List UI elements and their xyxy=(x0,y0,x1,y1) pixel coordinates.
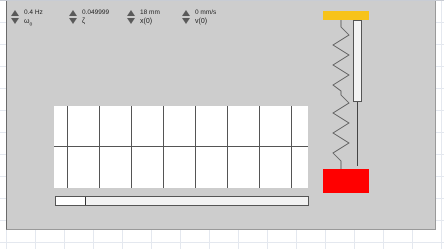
mass-spring-applet: 0.4 Hz ωo 0.049999 ζ 18 mm x(0) 0 mm/s v… xyxy=(6,1,436,230)
damping-label: ζ xyxy=(82,18,86,25)
spin-down-icon[interactable] xyxy=(182,18,190,24)
initial-velocity-value: 0 mm/s xyxy=(195,9,217,16)
spring-mass-diagram xyxy=(317,9,377,199)
damping-value: 0.049999 xyxy=(82,9,110,16)
time-slider-thumb[interactable] xyxy=(56,197,87,205)
time-slider[interactable] xyxy=(55,196,309,206)
sensor-wire xyxy=(357,102,358,166)
frequency-spinner[interactable] xyxy=(11,10,20,26)
initial-velocity-label: v(0) xyxy=(195,18,208,25)
spin-up-icon[interactable] xyxy=(69,10,77,16)
initial-velocity-spinner[interactable] xyxy=(182,10,191,26)
initial-position-spinner[interactable] xyxy=(127,10,136,26)
displacement-plot xyxy=(54,106,308,188)
spin-down-icon[interactable] xyxy=(11,18,19,24)
spin-up-icon[interactable] xyxy=(182,10,190,16)
spin-down-icon[interactable] xyxy=(127,18,135,24)
frequency-label: ωo xyxy=(24,18,33,28)
damping-spinner[interactable] xyxy=(69,10,78,26)
spin-up-icon[interactable] xyxy=(11,10,19,16)
spin-up-icon[interactable] xyxy=(127,10,135,16)
mass-block[interactable] xyxy=(323,169,369,193)
frequency-value: 0.4 Hz xyxy=(24,9,43,16)
sensor-rod xyxy=(353,20,362,102)
plot-center-line xyxy=(54,146,308,147)
spin-down-icon[interactable] xyxy=(69,18,77,24)
initial-position-label: x(0) xyxy=(140,18,153,25)
initial-position-value: 18 mm xyxy=(140,9,160,16)
